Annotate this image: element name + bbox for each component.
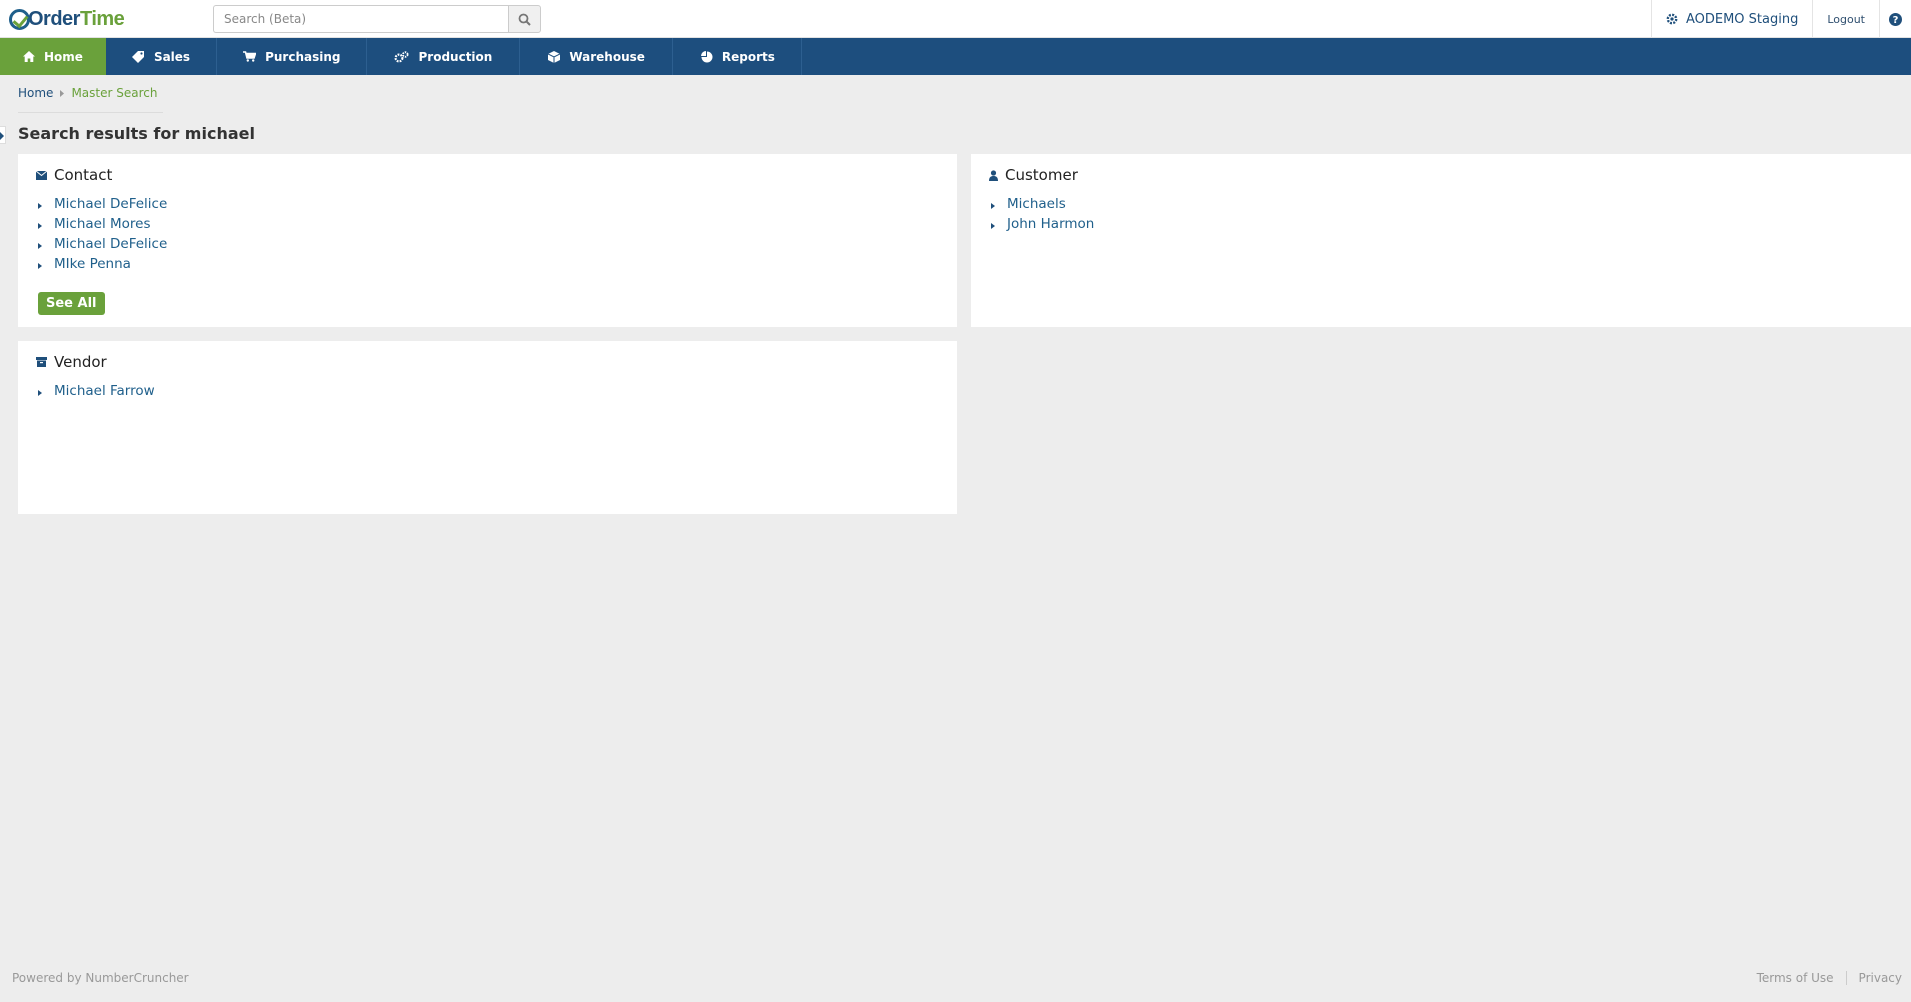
- powered-by: Powered by NumberCruncher: [12, 971, 189, 985]
- vendor-panel: Vendor Michael Farrow: [18, 341, 957, 514]
- contact-results-list: Michael DeFelice Michael Mores Michael D…: [36, 194, 167, 274]
- nav-home[interactable]: Home: [0, 38, 106, 75]
- cart-icon: [243, 51, 257, 62]
- caret-right-icon: [38, 242, 42, 249]
- customer-result-item[interactable]: John Harmon: [989, 214, 1094, 234]
- user-icon: [989, 169, 998, 181]
- vendor-panel-title: Vendor: [54, 353, 107, 371]
- help-button[interactable]: ?: [1879, 0, 1911, 38]
- nav-production[interactable]: Production: [367, 38, 521, 75]
- logo-check-icon: [9, 8, 30, 30]
- nav-reports[interactable]: Reports: [673, 38, 802, 75]
- nav-warehouse[interactable]: Warehouse: [520, 38, 673, 75]
- contact-result-item[interactable]: Michael DeFelice: [36, 194, 167, 214]
- contact-result-item[interactable]: Michael DeFelice: [36, 234, 167, 254]
- caret-right-icon: [991, 222, 995, 229]
- logo-text-time: Time: [79, 7, 125, 30]
- archive-icon: [36, 357, 47, 367]
- main-nav: Home Sales Purchasing Production Warehou…: [0, 38, 1911, 75]
- search-icon: [518, 13, 531, 26]
- contact-result-item[interactable]: MIke Penna: [36, 254, 167, 274]
- customer-panel-title: Customer: [1005, 166, 1078, 184]
- top-bar: OrderTime AODEMO Staging Logout ?: [0, 0, 1911, 38]
- top-right-controls: AODEMO Staging Logout ?: [1650, 0, 1911, 38]
- gears-icon: [394, 50, 409, 63]
- caret-right-icon: [991, 202, 995, 209]
- footer-divider: [1845, 971, 1847, 985]
- company-name: AODEMO Staging: [1685, 11, 1799, 27]
- gear-icon: [1666, 13, 1678, 25]
- see-all-button[interactable]: See All: [38, 292, 105, 315]
- company-selector[interactable]: AODEMO Staging: [1650, 0, 1812, 38]
- help-icon: ?: [1889, 12, 1902, 26]
- contact-panel: Contact Michael DeFelice Michael Mores M…: [18, 154, 957, 327]
- pie-chart-icon: [700, 50, 713, 63]
- search-input[interactable]: [213, 5, 508, 33]
- vendor-result-item[interactable]: Michael Farrow: [36, 381, 155, 401]
- logo-text-order: Order: [28, 7, 80, 30]
- master-search: [213, 5, 541, 33]
- search-button[interactable]: [508, 5, 541, 33]
- customer-result-item[interactable]: Michaels: [989, 194, 1094, 214]
- privacy-link[interactable]: Privacy: [1859, 971, 1902, 985]
- chevron-right-icon: [60, 89, 65, 97]
- sidebar-toggle[interactable]: [0, 126, 6, 144]
- nav-sales[interactable]: Sales: [106, 38, 218, 75]
- breadcrumb-current: Master Search: [71, 86, 158, 100]
- tag-icon: [131, 50, 145, 63]
- breadcrumb-divider: [18, 112, 163, 113]
- envelope-icon: [36, 170, 47, 180]
- customer-panel: Customer Michaels John Harmon: [971, 154, 1911, 327]
- caret-right-icon: [38, 202, 42, 209]
- box-icon: [548, 50, 561, 63]
- breadcrumb: Home Master Search: [18, 86, 157, 100]
- terms-of-use-link[interactable]: Terms of Use: [1757, 971, 1834, 985]
- nav-purchasing[interactable]: Purchasing: [217, 38, 368, 75]
- logout-link[interactable]: Logout: [1812, 0, 1879, 38]
- page-title: Search results for michael: [18, 124, 255, 143]
- contact-result-item[interactable]: Michael Mores: [36, 214, 167, 234]
- caret-right-icon: [38, 262, 42, 269]
- footer-links: Terms of Use Privacy: [1757, 971, 1902, 985]
- breadcrumb-home[interactable]: Home: [18, 86, 53, 100]
- vendor-results-list: Michael Farrow: [36, 381, 155, 401]
- contact-panel-title: Contact: [54, 166, 113, 184]
- svg-text:?: ?: [1893, 15, 1899, 26]
- ordertime-logo[interactable]: OrderTime: [9, 7, 125, 31]
- caret-right-icon: [38, 222, 42, 229]
- caret-right-icon: [38, 389, 42, 396]
- home-icon: [23, 51, 35, 62]
- customer-results-list: Michaels John Harmon: [989, 194, 1094, 234]
